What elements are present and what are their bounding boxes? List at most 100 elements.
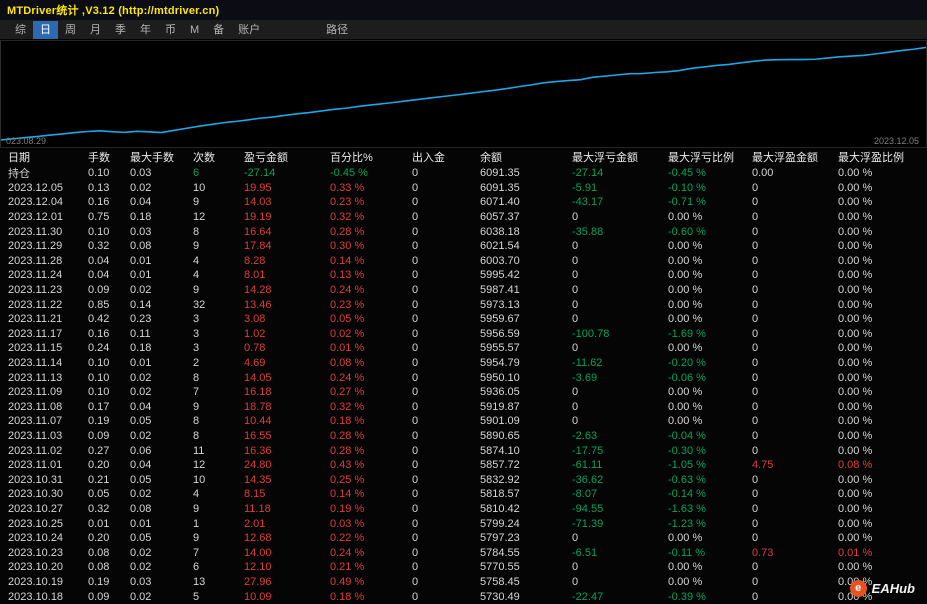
table-row[interactable]: 2023.12.04 0.16 0.04 9 14.03 0.23 % 0 6071.40 -4… xyxy=(8,195,927,210)
table-row[interactable]: 2023.11.17 0.16 0.11 3 1.02 0.02 % 0 5956.59 -10… xyxy=(8,327,927,342)
table-cell: 5797.23 xyxy=(480,532,520,545)
table-cell: -0.20 % xyxy=(668,357,706,370)
menu-item-路径[interactable]: 路径 xyxy=(319,21,355,39)
menu-item-账户[interactable]: 账户 xyxy=(231,21,267,39)
table-cell: 0.00 % xyxy=(838,327,873,340)
table-cell: 0.30 % xyxy=(330,240,365,253)
table-cell: 4 xyxy=(193,269,200,282)
table-cell: 0.14 % xyxy=(330,488,365,501)
table-cell: 5901.09 xyxy=(480,415,520,428)
table-cell: 8.15 xyxy=(244,488,266,501)
table-cell: 0 xyxy=(572,240,579,253)
table-cell: 0.20 xyxy=(88,459,110,472)
table-row[interactable]: 2023.10.23 0.08 0.02 7 14.00 0.24 % 0 5784.55 -6… xyxy=(8,545,927,560)
table-row[interactable]: 2023.11.29 0.32 0.08 9 17.84 0.30 % 0 6021.54 0 0… xyxy=(8,239,927,254)
table-cell: 0.04 xyxy=(130,400,152,413)
table-cell: 5936.05 xyxy=(480,386,520,399)
table-row[interactable]: 2023.10.19 0.19 0.03 13 27.96 0.49 % 0 5758.45 0… xyxy=(8,575,927,590)
table-cell: 0 xyxy=(412,240,419,253)
table-row[interactable]: 持仓 0.10 0.03 6 -27.14 -0.45 % 0 6091.35 -27.14 -0… xyxy=(8,166,927,181)
table-row[interactable]: 2023.11.03 0.09 0.02 8 16.55 0.28 % 0 5890.65 -2… xyxy=(8,429,927,444)
table-cell: 0 xyxy=(412,211,419,224)
menu-item-月[interactable]: 月 xyxy=(83,21,108,39)
column-header-balance: 余额 xyxy=(480,152,502,164)
table-cell: 0.00 % xyxy=(668,269,703,282)
table-cell: 2023.12.01 xyxy=(8,211,64,224)
table-cell: 0.11 xyxy=(130,327,151,340)
table-row[interactable]: 2023.11.09 0.10 0.02 7 16.18 0.27 % 0 5936.05 0 0… xyxy=(8,385,927,400)
table-cell: 0.00 % xyxy=(838,488,873,501)
table-cell: 14.03 xyxy=(244,196,272,209)
table-cell: 2023.10.27 xyxy=(8,502,64,515)
table-row[interactable]: 2023.11.07 0.19 0.05 8 10.44 0.18 % 0 5901.09 0 0… xyxy=(8,414,927,429)
table-cell: 0 xyxy=(752,400,759,413)
table-cell: 0.18 xyxy=(130,211,152,224)
table-row[interactable]: 2023.10.30 0.05 0.02 4 8.15 0.14 % 0 5818.57 -8.… xyxy=(8,487,927,502)
table-row[interactable]: 2023.11.02 0.27 0.06 11 16.36 0.28 % 0 5874.10 -… xyxy=(8,443,927,458)
table-row[interactable]: 2023.10.20 0.08 0.02 6 12.10 0.21 % 0 5770.55 0 0… xyxy=(8,560,927,575)
table-cell: 0.01 xyxy=(130,254,152,267)
table-row[interactable]: 2023.11.21 0.42 0.23 3 3.08 0.05 % 0 5959.67 0 0.… xyxy=(8,312,927,327)
table-cell: 0.14 % xyxy=(330,254,365,267)
menu-item-备[interactable]: 备 xyxy=(206,21,231,39)
table-row[interactable]: 2023.10.24 0.20 0.05 9 12.68 0.22 % 0 5797.23 0 0… xyxy=(8,531,927,546)
table-cell: 19.19 xyxy=(244,211,272,224)
table-row[interactable]: 2023.11.30 0.10 0.03 8 16.64 0.28 % 0 6038.18 -3… xyxy=(8,224,927,239)
menu-item-周[interactable]: 周 xyxy=(58,21,83,39)
table-row[interactable]: 2023.10.31 0.21 0.05 10 14.35 0.25 % 0 5832.92 -… xyxy=(8,472,927,487)
table-cell: 11 xyxy=(193,444,205,457)
table-row[interactable]: 2023.10.27 0.32 0.08 9 11.18 0.19 % 0 5810.42 -9… xyxy=(8,502,927,517)
table-row[interactable]: 2023.11.08 0.17 0.04 9 18.78 0.32 % 0 5919.87 0 0… xyxy=(8,400,927,415)
table-cell: 0 xyxy=(752,254,759,267)
table-cell: 0 xyxy=(412,575,419,588)
menu-item-综[interactable]: 综 xyxy=(8,21,33,39)
table-row[interactable]: 2023.11.28 0.04 0.01 4 8.28 0.14 % 0 6003.70 0 0.… xyxy=(8,254,927,269)
table-cell: 3 xyxy=(193,313,200,326)
table-row[interactable]: 2023.11.15 0.24 0.18 3 0.78 0.01 % 0 5955.57 0 0.… xyxy=(8,341,927,356)
table-cell: 14.28 xyxy=(244,284,272,297)
table-cell: 0 xyxy=(752,284,759,297)
table-row[interactable]: 2023.11.14 0.10 0.01 2 4.69 0.08 % 0 5954.79 -11… xyxy=(8,356,927,371)
table-cell: 0.00 % xyxy=(668,386,703,399)
table-cell: 0 xyxy=(572,211,579,224)
table-cell: 10 xyxy=(193,473,206,486)
table-cell: 0.00 % xyxy=(838,313,873,326)
table-cell: 0.42 xyxy=(88,313,110,326)
table-row[interactable]: 2023.12.05 0.13 0.02 10 19.95 0.33 % 0 6091.35 -… xyxy=(8,181,927,196)
table-cell: 0.00 % xyxy=(838,181,873,194)
table-cell: 2023.11.29 xyxy=(8,240,63,253)
table-row[interactable]: 2023.10.25 0.01 0.01 1 2.01 0.03 % 0 5799.24 -71… xyxy=(8,516,927,531)
table-cell: 0.85 xyxy=(88,298,110,311)
menu-item-季[interactable]: 季 xyxy=(108,21,133,39)
table-cell: 0.00 % xyxy=(668,400,703,413)
table-row[interactable]: 2023.11.13 0.10 0.02 8 14.05 0.24 % 0 5950.10 -3… xyxy=(8,370,927,385)
menu-item-日[interactable]: 日 xyxy=(33,20,58,39)
table-cell: -0.30 % xyxy=(668,444,706,457)
table-cell: 0.28 % xyxy=(330,444,365,457)
table-cell: 0.01 % xyxy=(838,546,873,559)
table-row[interactable]: 2023.11.22 0.85 0.14 32 13.46 0.23 % 0 5973.13 0… xyxy=(8,297,927,312)
table-cell: -1.63 % xyxy=(668,502,706,515)
table-cell: 18.78 xyxy=(244,400,272,413)
menu-item-年[interactable]: 年 xyxy=(133,21,158,39)
table-row[interactable]: 2023.12.01 0.75 0.18 12 19.19 0.32 % 0 6057.37 0… xyxy=(8,210,927,225)
table-row[interactable]: 2023.11.01 0.20 0.04 12 24.80 0.43 % 0 5857.72 -… xyxy=(8,458,927,473)
table-cell: 5919.87 xyxy=(480,400,520,413)
table-cell: 2023.12.05 xyxy=(8,181,64,194)
column-header-deposit: 出入金 xyxy=(412,152,445,164)
table-cell: 0.16 xyxy=(88,327,110,340)
table-cell: 0.05 xyxy=(130,473,152,486)
table-cell: 0.02 xyxy=(130,371,152,384)
table-row[interactable]: 2023.10.18 0.09 0.02 5 10.09 0.18 % 0 5730.49 -2… xyxy=(8,589,927,604)
table-row[interactable]: 2023.11.24 0.04 0.01 4 8.01 0.13 % 0 5995.42 0 0.… xyxy=(8,268,927,283)
menu-item-币[interactable]: 币 xyxy=(158,21,183,39)
table-cell: 13 xyxy=(193,575,206,588)
table-cell: 0.23 % xyxy=(330,298,365,311)
column-header-count: 次数 xyxy=(193,152,215,164)
table-cell: 0.16 xyxy=(88,196,110,209)
table-cell: 0 xyxy=(572,342,579,355)
menu-item-M[interactable]: M xyxy=(183,21,206,39)
table-row[interactable]: 2023.11.23 0.09 0.02 9 14.28 0.24 % 0 5987.41 0 0… xyxy=(8,283,927,298)
table-cell: -1.05 % xyxy=(668,459,706,472)
table-cell: 0.00 % xyxy=(838,342,873,355)
